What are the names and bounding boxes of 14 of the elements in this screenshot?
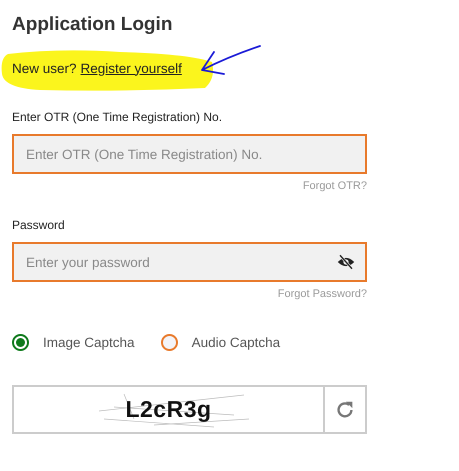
- register-prompt: New user?: [12, 60, 77, 76]
- radio-button[interactable]: [12, 334, 29, 351]
- arrow-drawing: [200, 44, 262, 78]
- register-link[interactable]: Register yourself: [80, 60, 182, 76]
- radio-button[interactable]: [160, 334, 178, 351]
- radio-label[interactable]: Image Captcha: [43, 335, 135, 350]
- password-field[interactable]: Enter your password: [12, 242, 367, 282]
- otr-field[interactable]: Enter OTR (One Time Registration) No.: [12, 134, 367, 174]
- field-label: Enter OTR (One Time Registration) No.: [12, 110, 224, 124]
- radio-label[interactable]: Audio Captcha: [192, 335, 280, 350]
- captcha-text: L2cR3g: [125, 396, 212, 423]
- eye-slash-icon[interactable]: [337, 253, 355, 271]
- field-label: Password: [12, 218, 66, 232]
- page-title: Application Login: [12, 14, 174, 36]
